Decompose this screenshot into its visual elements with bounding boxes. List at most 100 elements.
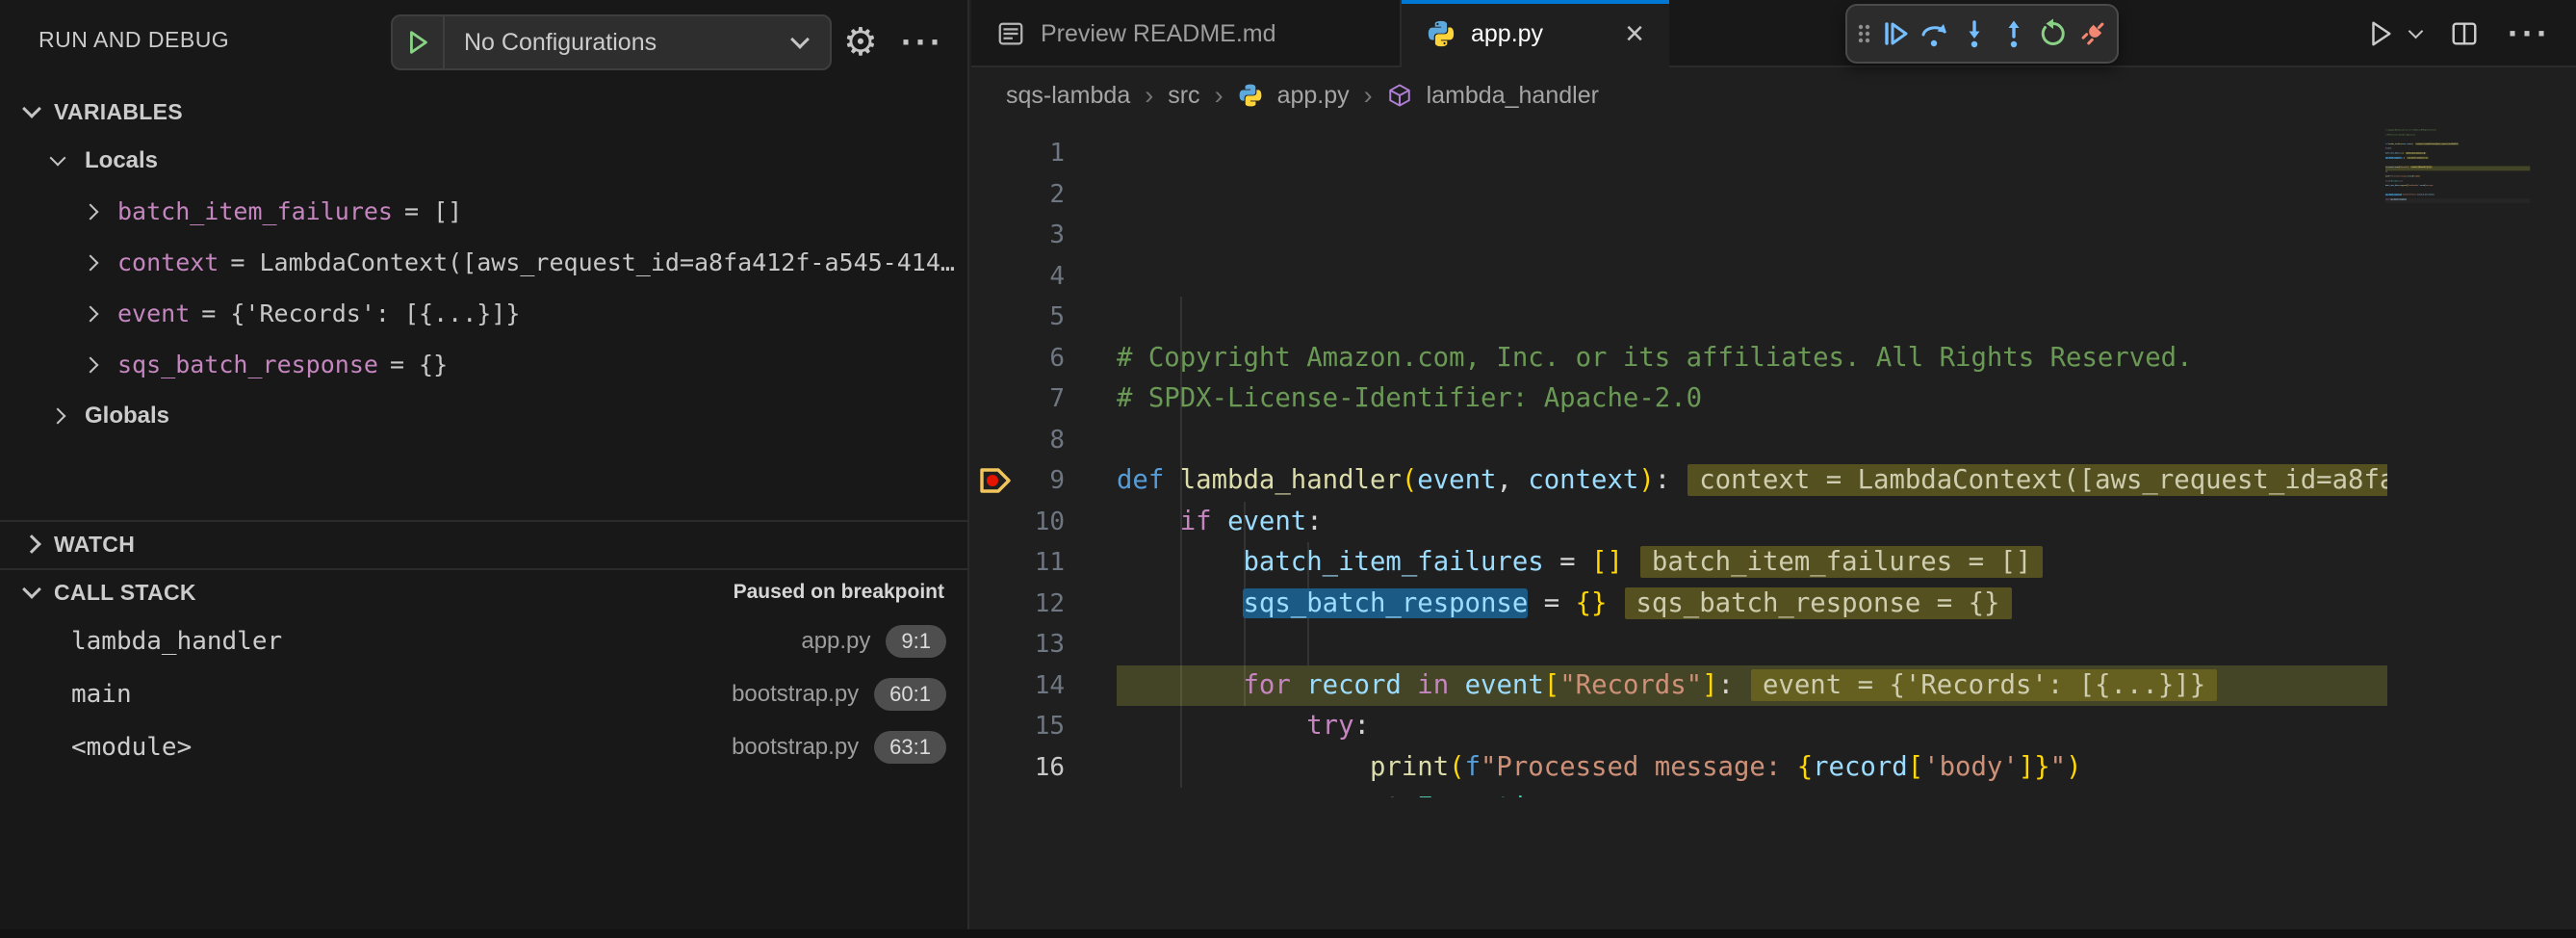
more-actions-icon[interactable]: ··· — [2508, 16, 2551, 51]
globals-group[interactable]: Globals — [0, 390, 967, 441]
breadcrumb-folder[interactable]: src — [1168, 82, 1199, 110]
start-debug-icon[interactable] — [393, 16, 445, 68]
editor-gutter[interactable]: 12345678910111213141516 — [971, 121, 1117, 938]
locals-group[interactable]: Locals — [0, 135, 967, 186]
tab-preview-readme[interactable]: Preview README.md — [971, 0, 1402, 67]
more-actions-icon[interactable]: ··· — [901, 25, 944, 60]
code-token: as — [1576, 793, 1608, 797]
gear-icon[interactable]: ⚙ — [843, 15, 878, 69]
code-token: : — [1718, 670, 1734, 700]
line-number[interactable]: 12 — [971, 584, 1065, 625]
paused-status: Paused on breakpoint — [734, 581, 944, 604]
line-number[interactable]: 13 — [971, 624, 1065, 665]
variable-row[interactable]: context = LambdaContext([aws_request_id=… — [0, 237, 967, 288]
breadcrumb-file[interactable]: app.py — [1277, 82, 1350, 110]
frame-file: app.py — [801, 628, 870, 655]
code-token: ] — [2019, 752, 2034, 782]
split-editor-icon[interactable] — [2450, 19, 2479, 48]
code-token: lambda_handler — [2388, 143, 2401, 144]
code-token: Exception — [2391, 180, 2399, 182]
line-number[interactable]: 14 — [971, 665, 1065, 707]
code-token: : — [2391, 147, 2392, 149]
call-stack-frame[interactable]: <module> bootstrap.py 63:1 — [0, 720, 967, 773]
breadcrumb-separator-icon: › — [1364, 81, 1373, 111]
chevron-down-icon — [50, 149, 66, 166]
breadcrumb-folder[interactable]: sqs-lambda — [1006, 82, 1130, 110]
run-options-chevron-icon[interactable] — [2409, 23, 2424, 39]
code-token: sqs_batch_response — [2385, 157, 2402, 159]
sidebar-header: RUN AND DEBUG No Configurations ⚙ ··· — [0, 0, 967, 87]
line-number[interactable]: 10 — [971, 502, 1065, 543]
inline-debug-value: batch_item_failures = [] — [2406, 152, 2426, 154]
inline-debug-value: sqs_batch_response = {} — [1625, 587, 2012, 619]
chevron-right-icon — [83, 203, 99, 220]
code-line: for record in event["Records"]:event = {… — [1117, 665, 2387, 707]
code-token: "batchItemFailures" — [2402, 194, 2417, 195]
minimap[interactable]: # Copyright Amazon.com, Inc. or its affi… — [2385, 121, 2576, 641]
debug-step-over-icon[interactable] — [1919, 18, 1950, 49]
line-number[interactable]: 6 — [971, 338, 1065, 379]
watch-section-header[interactable]: WATCH — [0, 520, 967, 566]
code-token: : — [1306, 507, 1322, 536]
code-token: in — [1417, 670, 1449, 700]
run-python-file-icon[interactable] — [2366, 19, 2395, 48]
tab-label: Preview README.md — [1041, 20, 1276, 48]
variable-row[interactable]: event = {'Records': [{...}]} — [0, 288, 967, 339]
variable-row[interactable]: sqs_batch_response = {} — [0, 339, 967, 390]
line-number[interactable]: 7 — [971, 378, 1065, 420]
call-stack-section-header[interactable]: CALL STACK Paused on breakpoint — [0, 568, 967, 614]
code-token: "itemIdentifier" — [2408, 185, 2419, 187]
debug-step-out-icon[interactable] — [1998, 18, 2029, 49]
inline-debug-value: event = {'Records': [{...}]} — [2410, 166, 2433, 168]
sidebar-title: RUN AND DEBUG — [39, 27, 229, 53]
code-token: event — [1465, 670, 1544, 700]
code-token: ) — [2419, 175, 2420, 177]
code-token: : — [2387, 170, 2388, 172]
debug-disconnect-icon[interactable] — [2077, 18, 2108, 49]
line-number[interactable]: 8 — [971, 420, 1065, 461]
variable-name: context — [117, 248, 219, 276]
line-number[interactable]: 15 — [971, 706, 1065, 747]
variable-row[interactable]: batch_item_failures = [] — [0, 186, 967, 237]
toolbar-drag-handle[interactable] — [1856, 18, 1871, 49]
breadcrumb-symbol[interactable]: lambda_handler — [1427, 82, 1599, 110]
line-number[interactable]: 1 — [971, 133, 1065, 174]
breakpoint-paused-icon[interactable] — [977, 464, 1016, 497]
variables-section-header[interactable]: VARIABLES — [0, 89, 967, 135]
line-number[interactable]: 4 — [971, 256, 1065, 298]
frame-file: bootstrap.py — [732, 734, 859, 761]
debug-step-into-icon[interactable] — [1959, 18, 1990, 49]
variable-value: = [] — [404, 197, 462, 225]
line-number[interactable]: 16 — [971, 747, 1065, 789]
close-icon[interactable]: × — [1625, 17, 1644, 50]
line-number[interactable]: 5 — [971, 297, 1065, 338]
code-line: # SPDX-License-Identifier: Apache-2.0 — [1117, 378, 2387, 420]
frame-name: lambda_handler — [71, 627, 282, 656]
debug-config-dropdown[interactable]: No Configurations — [391, 14, 832, 70]
code-token: " — [2050, 752, 2066, 782]
code-line: print(f"Processed message: {record['body… — [1117, 747, 2387, 789]
call-stack-frame[interactable]: lambda_handler app.py 9:1 — [0, 614, 967, 667]
code-line: try: — [1117, 706, 2387, 747]
debug-restart-icon[interactable] — [2038, 18, 2069, 49]
code-token — [1164, 465, 1179, 495]
line-number[interactable]: 2 — [971, 174, 1065, 216]
code-token: 'body' — [1923, 752, 2019, 782]
line-number[interactable]: 11 — [971, 542, 1065, 584]
tab-app-py[interactable]: app.py × — [1402, 0, 1669, 67]
debug-continue-icon[interactable] — [1880, 18, 1911, 49]
tab-label: app.py — [1471, 20, 1543, 48]
line-number[interactable]: 3 — [971, 215, 1065, 256]
symbol-method-icon — [1387, 83, 1412, 108]
code-editor[interactable]: 12345678910111213141516 # Copyright Amaz… — [971, 121, 2576, 938]
call-stack-section-label: CALL STACK — [54, 580, 196, 606]
call-stack-frame[interactable]: main bootstrap.py 60:1 — [0, 667, 967, 720]
code-token — [1559, 793, 1575, 797]
code-token: f — [1465, 752, 1481, 782]
chevron-right-icon — [22, 534, 41, 554]
code-line: batch_item_failures = []batch_item_failu… — [1117, 542, 2387, 584]
code-token: # Copyright Amazon.com, Inc. or its affi… — [2385, 129, 2436, 131]
code-token: : — [2403, 180, 2404, 182]
code-token: batch_item_failures — [2385, 152, 2401, 154]
code-token: {} — [1576, 588, 1608, 618]
